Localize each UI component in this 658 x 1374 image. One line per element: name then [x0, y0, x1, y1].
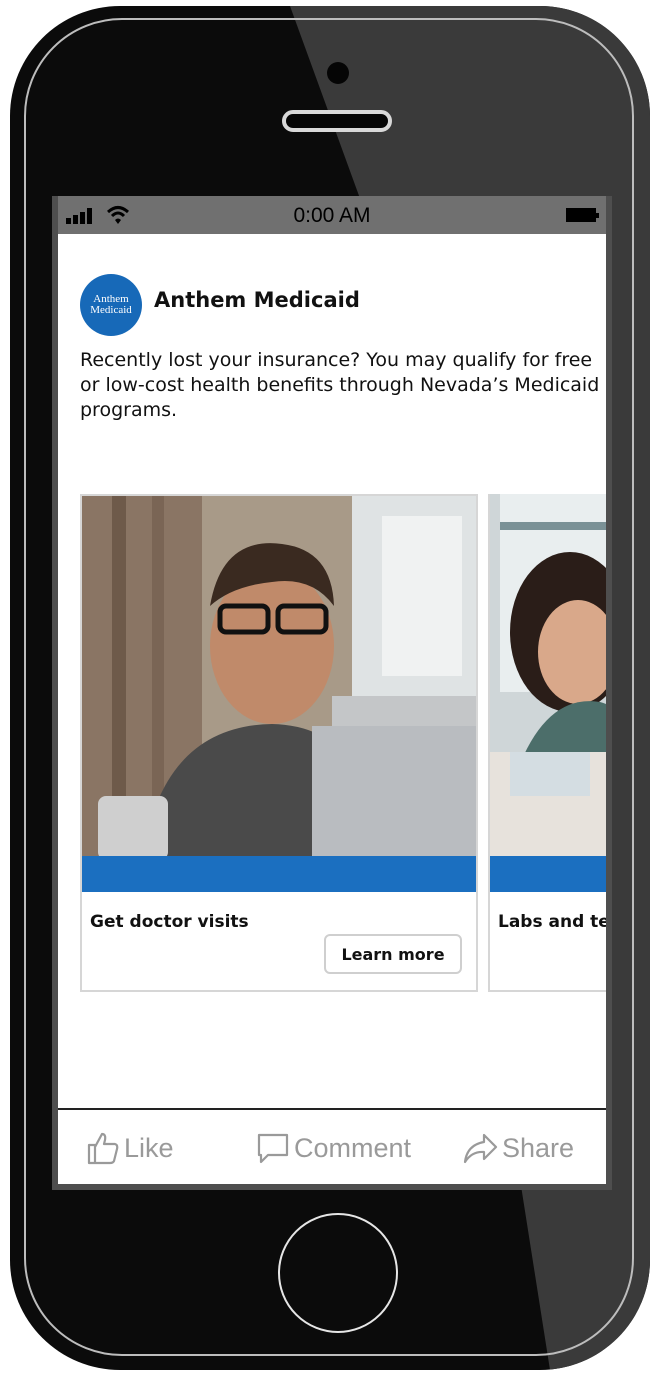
status-bar: 0:00 AM [58, 196, 606, 234]
action-divider [58, 1108, 606, 1110]
card-blue-band [82, 856, 476, 892]
card-photo-man-laptop[interactable] [82, 496, 476, 860]
avatar[interactable]: Anthem Medicaid [80, 274, 142, 336]
speaker-grille [282, 110, 392, 132]
share-icon [463, 1133, 498, 1164]
share-button[interactable]: Share [462, 1126, 574, 1170]
comment-icon [257, 1133, 289, 1164]
card-blue-band [490, 856, 606, 892]
page-name[interactable]: Anthem Medicaid [154, 288, 360, 312]
avatar-text-line2: Medicaid [90, 304, 132, 316]
phone-frame: 0:00 AM Anthem Medicaid Anthem Medicaid … [10, 6, 650, 1370]
camera-icon [327, 62, 349, 84]
like-label: Like [124, 1132, 174, 1163]
carousel-card[interactable]: Labs and tests [488, 494, 606, 992]
post-actions: Like Comment Share [58, 1126, 606, 1170]
thumbs-up-icon [87, 1132, 119, 1165]
share-label: Share [502, 1132, 575, 1163]
post-text: Recently lost your insurance? You may qu… [80, 349, 600, 421]
card-title: Get doctor visits [90, 912, 249, 932]
learn-more-button[interactable]: Learn more [324, 934, 462, 974]
card-photo-woman-child[interactable] [490, 494, 606, 860]
battery-icon [566, 208, 599, 222]
comment-button[interactable]: Comment [256, 1126, 411, 1170]
phone-screen: 0:00 AM Anthem Medicaid Anthem Medicaid … [52, 196, 612, 1190]
card-title: Labs and tests [498, 912, 606, 932]
ad-carousel[interactable]: Get doctor visits Learn more Labs and te [80, 494, 606, 994]
status-time: 0:00 AM [293, 204, 371, 227]
comment-label: Comment [294, 1132, 412, 1163]
carousel-card[interactable]: Get doctor visits Learn more [80, 494, 478, 992]
like-button[interactable]: Like [86, 1126, 174, 1170]
home-button[interactable] [278, 1213, 398, 1333]
